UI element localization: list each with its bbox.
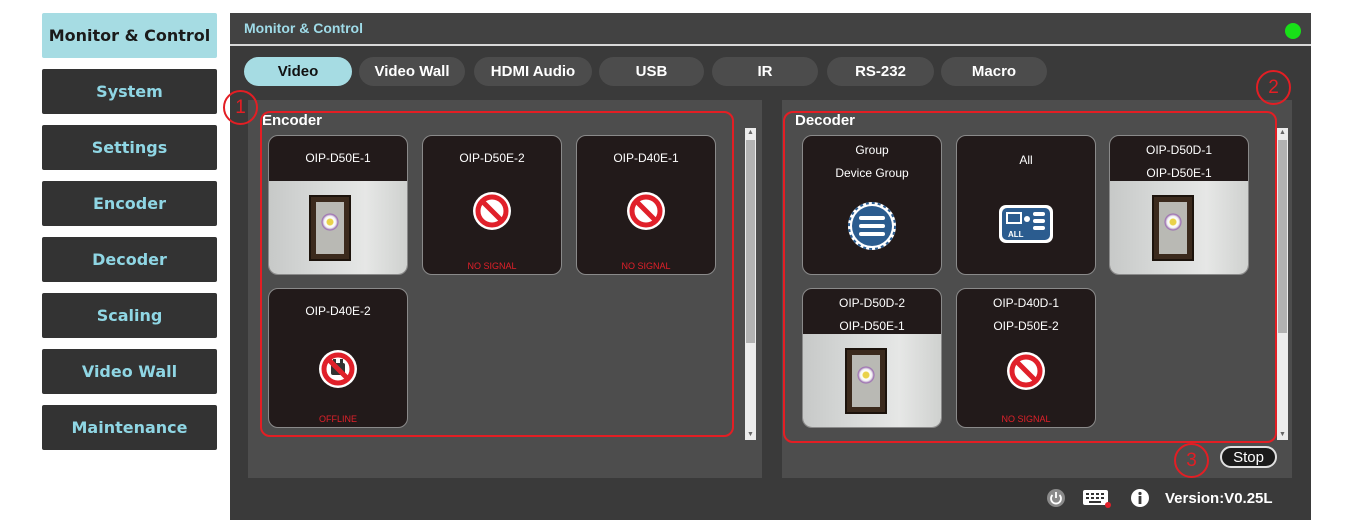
decoder-scrollbar[interactable]: ▲ ▼ (1277, 128, 1288, 440)
tab-label: RS-232 (855, 63, 906, 80)
version-label: Version:V0.25L (1165, 490, 1273, 507)
page-header: Monitor & Control (230, 13, 1311, 46)
tab-video-wall[interactable]: Video Wall (359, 57, 465, 86)
sidebar-item-encoder[interactable]: Encoder (42, 181, 217, 226)
sidebar-item-label: Encoder (93, 194, 166, 213)
sidebar-item-system[interactable]: System (42, 69, 217, 114)
sidebar-item-decoder[interactable]: Decoder (42, 237, 217, 282)
sidebar-item-label: Monitor & Control (48, 26, 211, 45)
marker-label: 3 (1186, 449, 1197, 471)
tab-macro[interactable]: Macro (941, 57, 1047, 86)
power-icon[interactable] (1046, 488, 1066, 508)
keyboard-icon[interactable] (1082, 488, 1112, 508)
scroll-up-icon[interactable]: ▲ (745, 128, 756, 138)
scroll-thumb[interactable] (1278, 140, 1287, 333)
marker-label: 1 (235, 96, 246, 118)
tab-usb[interactable]: USB (599, 57, 704, 86)
sidebar-item-label: Video Wall (81, 362, 178, 381)
stop-button[interactable]: Stop (1220, 446, 1277, 468)
sidebar-item-label: System (96, 82, 163, 101)
sidebar-item-scaling[interactable]: Scaling (42, 293, 217, 338)
scroll-up-icon[interactable]: ▲ (1277, 128, 1288, 138)
sidebar-item-video-wall[interactable]: Video Wall (42, 349, 217, 394)
tab-label: Macro (971, 63, 1017, 80)
tab-hdmi-audio[interactable]: HDMI Audio (474, 57, 592, 86)
scroll-thumb[interactable] (746, 140, 755, 343)
info-icon[interactable] (1130, 488, 1150, 508)
tab-rs-232[interactable]: RS-232 (827, 57, 934, 86)
tab-video[interactable]: Video (244, 57, 352, 86)
tab-label: HDMI Audio (490, 63, 576, 80)
tab-ir[interactable]: IR (712, 57, 818, 86)
callout-marker-1: 1 (223, 90, 258, 125)
page-title: Monitor & Control (244, 20, 363, 36)
decoder-highlight-box (783, 111, 1277, 443)
tab-label: Video (277, 63, 319, 80)
tab-label: USB (635, 63, 668, 80)
sidebar-item-label: Decoder (92, 250, 167, 269)
sidebar-item-monitor-control[interactable]: Monitor & Control (42, 13, 217, 58)
marker-label: 2 (1268, 76, 1279, 98)
sidebar-item-maintenance[interactable]: Maintenance (42, 405, 217, 450)
tab-label: Video Wall (374, 63, 450, 80)
sidebar-item-label: Settings (91, 138, 168, 157)
callout-marker-2: 2 (1256, 70, 1291, 105)
status-indicator (1285, 23, 1301, 39)
tab-label: IR (757, 63, 773, 80)
encoder-highlight-box (260, 111, 734, 437)
scroll-down-icon[interactable]: ▼ (745, 430, 756, 440)
scroll-down-icon[interactable]: ▼ (1277, 430, 1288, 440)
callout-marker-3: 3 (1174, 443, 1209, 478)
sidebar-item-settings[interactable]: Settings (42, 125, 217, 170)
sidebar-item-label: Maintenance (71, 418, 188, 437)
encoder-scrollbar[interactable]: ▲ ▼ (745, 128, 756, 440)
sidebar-item-label: Scaling (96, 306, 163, 325)
stop-label: Stop (1233, 448, 1264, 466)
